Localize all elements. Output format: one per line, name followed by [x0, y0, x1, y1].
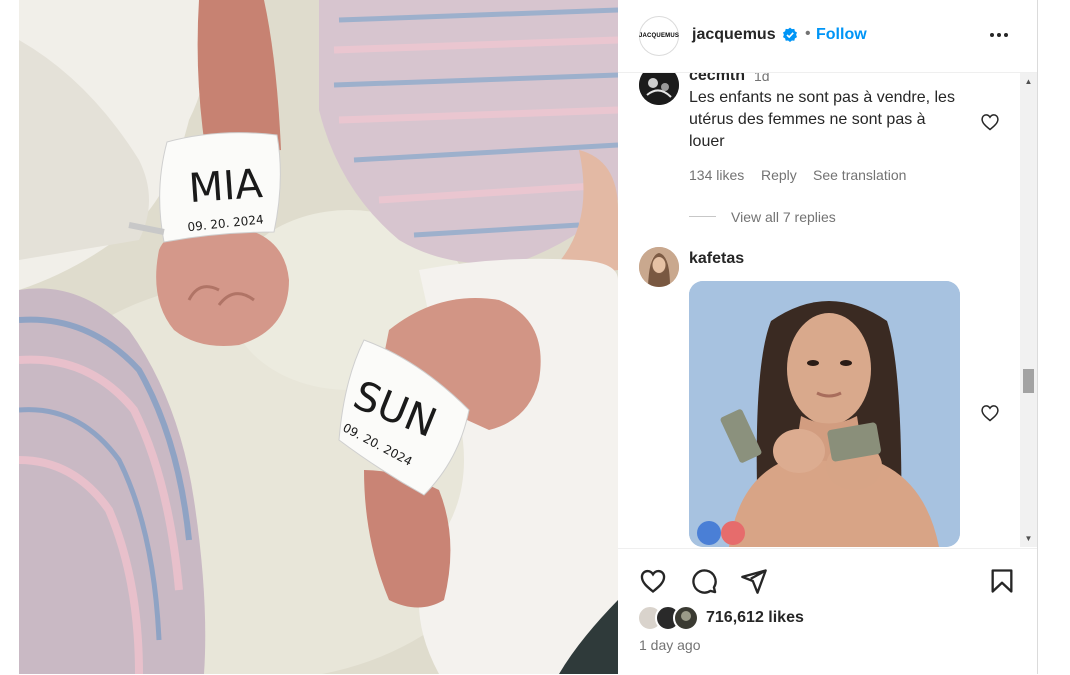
post-header: JACQUEMUS jacquemus • Follow [618, 0, 1037, 73]
comment-like-heart-icon[interactable] [980, 403, 1000, 423]
bookmark-icon[interactable] [988, 567, 1016, 595]
post-photo[interactable]: MIA 09. 20. 2024 SUN 09. 20. 2024 [19, 0, 618, 674]
liked-by-avatars[interactable] [637, 605, 707, 631]
gif-image [689, 281, 960, 547]
post-likes-count[interactable]: 716,612 likes [706, 609, 804, 627]
comment-gif[interactable] [689, 281, 960, 547]
scroll-up-arrow-icon[interactable]: ▲ [1020, 73, 1037, 90]
share-icon[interactable] [740, 567, 768, 595]
follow-button[interactable]: Follow [816, 26, 867, 44]
author-avatar-text: JACQUEMUS [638, 33, 680, 39]
comment-like-count[interactable]: 134 likes [689, 167, 744, 183]
comment-username[interactable]: kafetas [689, 250, 744, 268]
view-replies-button[interactable]: View all 7 replies [731, 209, 836, 225]
post-timestamp[interactable]: 1 day ago [639, 637, 701, 653]
comment-text: Les enfants ne sont pas à vendre, les ut… [689, 87, 955, 153]
svg-text:MIA: MIA [187, 161, 264, 212]
heart-icon[interactable] [639, 567, 667, 595]
commenter-avatar[interactable] [639, 247, 679, 287]
see-translation-button[interactable]: See translation [813, 167, 906, 183]
comment-text-line: utérus des femmes ne sont pas à [689, 111, 926, 128]
commenter-avatar-image [639, 247, 679, 287]
more-options-icon[interactable] [986, 24, 1012, 46]
comment-likes-text: 134 likes [689, 167, 745, 183]
scrollbar-thumb[interactable] [1023, 369, 1034, 393]
comment-text-line: louer [689, 133, 725, 150]
scroll-down-arrow-icon[interactable]: ▼ [1020, 530, 1037, 547]
comment-icon[interactable] [690, 567, 718, 595]
comment-timestamp: 1d [754, 73, 770, 84]
comments-scrollbar[interactable]: ▲ ▼ [1020, 73, 1037, 547]
author-avatar[interactable]: JACQUEMUS [639, 16, 679, 56]
author-username[interactable]: jacquemus [692, 26, 776, 44]
comments-list[interactable]: cecmth 1d Les enfants ne sont pas à vend… [618, 73, 1020, 547]
commenter-avatar[interactable] [639, 73, 679, 105]
post-side-panel: JACQUEMUS jacquemus • Follow cecmth 1d L… [618, 0, 1038, 674]
comment-text-line: Les enfants ne sont pas à vendre, les [689, 89, 955, 106]
header-separator: • [805, 25, 811, 42]
comment-reply-button[interactable]: Reply [761, 167, 797, 183]
post-actions: 716,612 likes 1 day ago [618, 548, 1037, 675]
newborn-wristbands-image: MIA 09. 20. 2024 SUN 09. 20. 2024 [19, 0, 618, 674]
comment-username[interactable]: cecmth [689, 73, 745, 85]
replies-divider [689, 216, 716, 217]
comment-like-heart-icon[interactable] [980, 112, 1000, 132]
commenter-avatar-image [639, 73, 679, 105]
verified-badge-icon [783, 27, 797, 42]
